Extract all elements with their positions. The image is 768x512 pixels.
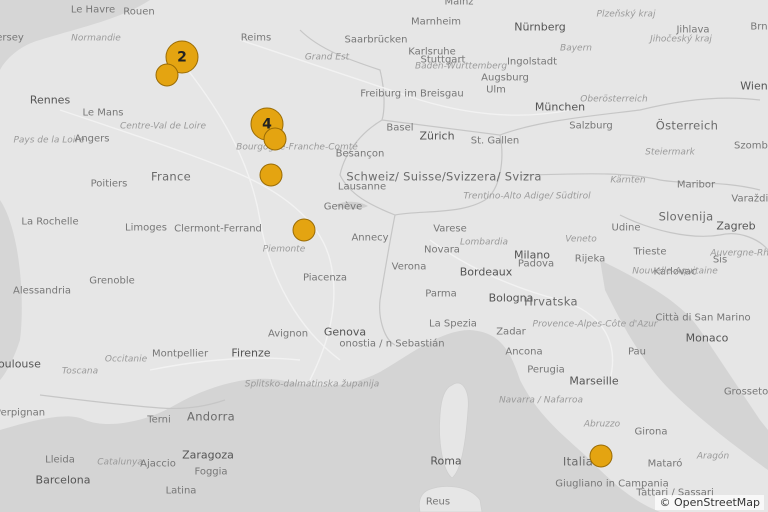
border-swiss [339,119,503,216]
adriatic-sea [600,260,768,470]
map-basemap [0,0,768,512]
road-c [239,39,571,116]
english-channel [0,0,150,70]
bay-of-biscay [0,200,22,380]
location-marker[interactable] [292,218,316,242]
road-e [149,357,301,371]
location-marker[interactable] [155,63,179,87]
border-slovenia-croatia [619,214,768,251]
map-canvas[interactable]: Le HavreRouenerseyNormandieReimsMainzMar… [0,0,768,512]
location-marker[interactable] [259,163,283,187]
mediterranean-sea [0,330,660,512]
location-marker[interactable] [263,127,287,151]
road-a [59,109,335,381]
border-france-italy [379,214,396,346]
border-france-germany [299,29,385,121]
road-b [179,59,341,361]
map-attribution[interactable]: © OpenStreetMap [655,495,764,510]
border-austria [499,97,761,191]
lake-geneva [335,201,368,210]
location-marker[interactable] [589,444,613,468]
